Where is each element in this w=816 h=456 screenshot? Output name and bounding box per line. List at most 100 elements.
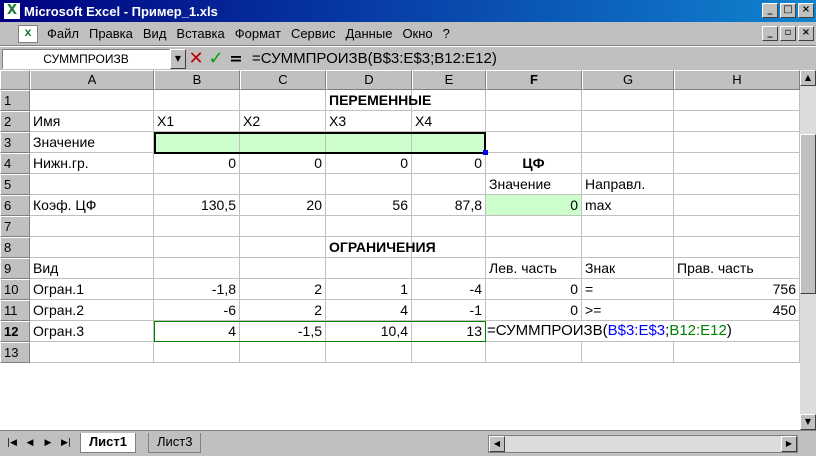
cell-b8[interactable] — [154, 237, 240, 258]
cell-e2[interactable]: X4 — [412, 111, 486, 132]
close-button[interactable]: × — [798, 3, 814, 18]
row-header-1[interactable]: 1 — [0, 90, 30, 111]
menu-file[interactable]: Файл — [42, 26, 84, 41]
cell-e13[interactable] — [412, 342, 486, 363]
cell-b3[interactable] — [154, 132, 240, 153]
last-sheet-icon[interactable]: ▶| — [58, 435, 74, 451]
name-box-dropdown-icon[interactable]: ▼ — [170, 48, 186, 69]
cell-f4[interactable]: ЦФ — [486, 153, 582, 174]
tab-sheet3[interactable]: Лист3 — [148, 433, 202, 453]
cell-d5[interactable] — [326, 174, 412, 195]
cell-h2[interactable] — [674, 111, 800, 132]
column-header-g[interactable]: G — [582, 70, 674, 90]
cell-d3[interactable] — [326, 132, 412, 153]
cell-d9[interactable] — [326, 258, 412, 279]
cell-d8[interactable]: ОГРАНИЧЕНИЯ — [326, 237, 436, 258]
column-header-a[interactable]: A — [30, 70, 154, 90]
tab-sheet1[interactable]: Лист1 — [80, 433, 136, 453]
cell-c5[interactable] — [240, 174, 326, 195]
workbook-icon[interactable]: X — [18, 24, 38, 43]
doc-minimize-button[interactable]: _ — [762, 26, 778, 41]
enter-formula-button[interactable]: ✓ — [206, 48, 226, 69]
cell-h7[interactable] — [674, 216, 800, 237]
next-sheet-icon[interactable]: ▶ — [40, 435, 56, 451]
doc-close-button[interactable]: × — [798, 26, 814, 41]
cell-c1[interactable] — [240, 90, 326, 111]
cell-e4[interactable]: 0 — [412, 153, 486, 174]
horizontal-scrollbar[interactable]: ◀ ▶ — [488, 435, 798, 453]
cell-h11[interactable]: 450 — [674, 300, 800, 321]
row-header-12[interactable]: 12 — [0, 321, 30, 342]
cell-c2[interactable]: X2 — [240, 111, 326, 132]
row-header-8[interactable]: 8 — [0, 237, 30, 258]
vertical-scroll-thumb[interactable] — [800, 134, 816, 294]
cell-c10[interactable]: 2 — [240, 279, 326, 300]
cell-f11[interactable]: 0 — [486, 300, 582, 321]
cell-a4[interactable]: Нижн.гр. — [30, 153, 154, 174]
cell-b13[interactable] — [154, 342, 240, 363]
cell-f10[interactable]: 0 — [486, 279, 582, 300]
menu-view[interactable]: Вид — [138, 26, 172, 41]
scroll-down-icon[interactable]: ▼ — [800, 414, 816, 430]
cell-c6[interactable]: 20 — [240, 195, 326, 216]
cell-b2[interactable]: X1 — [154, 111, 240, 132]
cell-e9[interactable] — [412, 258, 486, 279]
cell-a11[interactable]: Огран.2 — [30, 300, 154, 321]
cell-d10[interactable]: 1 — [326, 279, 412, 300]
row-header-6[interactable]: 6 — [0, 195, 30, 216]
prev-sheet-icon[interactable]: ◀ — [22, 435, 38, 451]
fill-handle[interactable] — [483, 150, 488, 155]
cell-a9[interactable]: Вид — [30, 258, 154, 279]
cell-h13[interactable] — [674, 342, 800, 363]
cell-g7[interactable] — [582, 216, 674, 237]
cell-a8[interactable] — [30, 237, 154, 258]
cell-a6[interactable]: Коэф. ЦФ — [30, 195, 154, 216]
cell-e12[interactable]: 13 — [412, 321, 486, 342]
cell-b1[interactable] — [154, 90, 240, 111]
column-header-e[interactable]: E — [412, 70, 486, 90]
formula-input[interactable]: =СУММПРОИЗВ(B$3:E$3;B12:E12) — [252, 49, 816, 69]
cell-c13[interactable] — [240, 342, 326, 363]
row-header-13[interactable]: 13 — [0, 342, 30, 363]
cell-d7[interactable] — [326, 216, 412, 237]
cell-b10[interactable]: -1,8 — [154, 279, 240, 300]
cancel-formula-button[interactable]: ✕ — [186, 48, 206, 69]
cell-d1[interactable]: ПЕРЕМЕННЫЕ — [326, 90, 431, 111]
cell-a10[interactable]: Огран.1 — [30, 279, 154, 300]
cell-h3[interactable] — [674, 132, 800, 153]
cell-a13[interactable] — [30, 342, 154, 363]
cell-f2[interactable] — [486, 111, 582, 132]
doc-restore-button[interactable]: ▫ — [780, 26, 796, 41]
cell-d11[interactable]: 4 — [326, 300, 412, 321]
menu-data[interactable]: Данные — [340, 26, 397, 41]
column-header-d[interactable]: D — [326, 70, 412, 90]
cell-c3[interactable] — [240, 132, 326, 153]
cell-h9[interactable]: Прав. часть — [674, 258, 800, 279]
cell-g3[interactable] — [582, 132, 674, 153]
cell-a1[interactable] — [30, 90, 154, 111]
row-header-5[interactable]: 5 — [0, 174, 30, 195]
cell-b9[interactable] — [154, 258, 240, 279]
cell-f7[interactable] — [486, 216, 582, 237]
cell-a2[interactable]: Имя — [30, 111, 154, 132]
cell-f6[interactable]: 0 — [486, 195, 582, 216]
name-box[interactable]: СУММПРОИЗВ — [2, 48, 170, 69]
cell-b6[interactable]: 130,5 — [154, 195, 240, 216]
cell-b5[interactable] — [154, 174, 240, 195]
cell-d13[interactable] — [326, 342, 412, 363]
row-header-10[interactable]: 10 — [0, 279, 30, 300]
cell-h5[interactable] — [674, 174, 800, 195]
column-header-h[interactable]: H — [674, 70, 800, 90]
select-all-corner[interactable] — [0, 70, 30, 90]
cell-d2[interactable]: X3 — [326, 111, 412, 132]
row-header-3[interactable]: 3 — [0, 132, 30, 153]
cell-e1[interactable] — [412, 90, 486, 111]
cell-h10[interactable]: 756 — [674, 279, 800, 300]
cell-c11[interactable]: 2 — [240, 300, 326, 321]
menu-edit[interactable]: Правка — [84, 26, 138, 41]
column-header-f[interactable]: F — [486, 70, 582, 90]
row-header-9[interactable]: 9 — [0, 258, 30, 279]
cell-a5[interactable] — [30, 174, 154, 195]
row-header-2[interactable]: 2 — [0, 111, 30, 132]
cell-g4[interactable] — [582, 153, 674, 174]
